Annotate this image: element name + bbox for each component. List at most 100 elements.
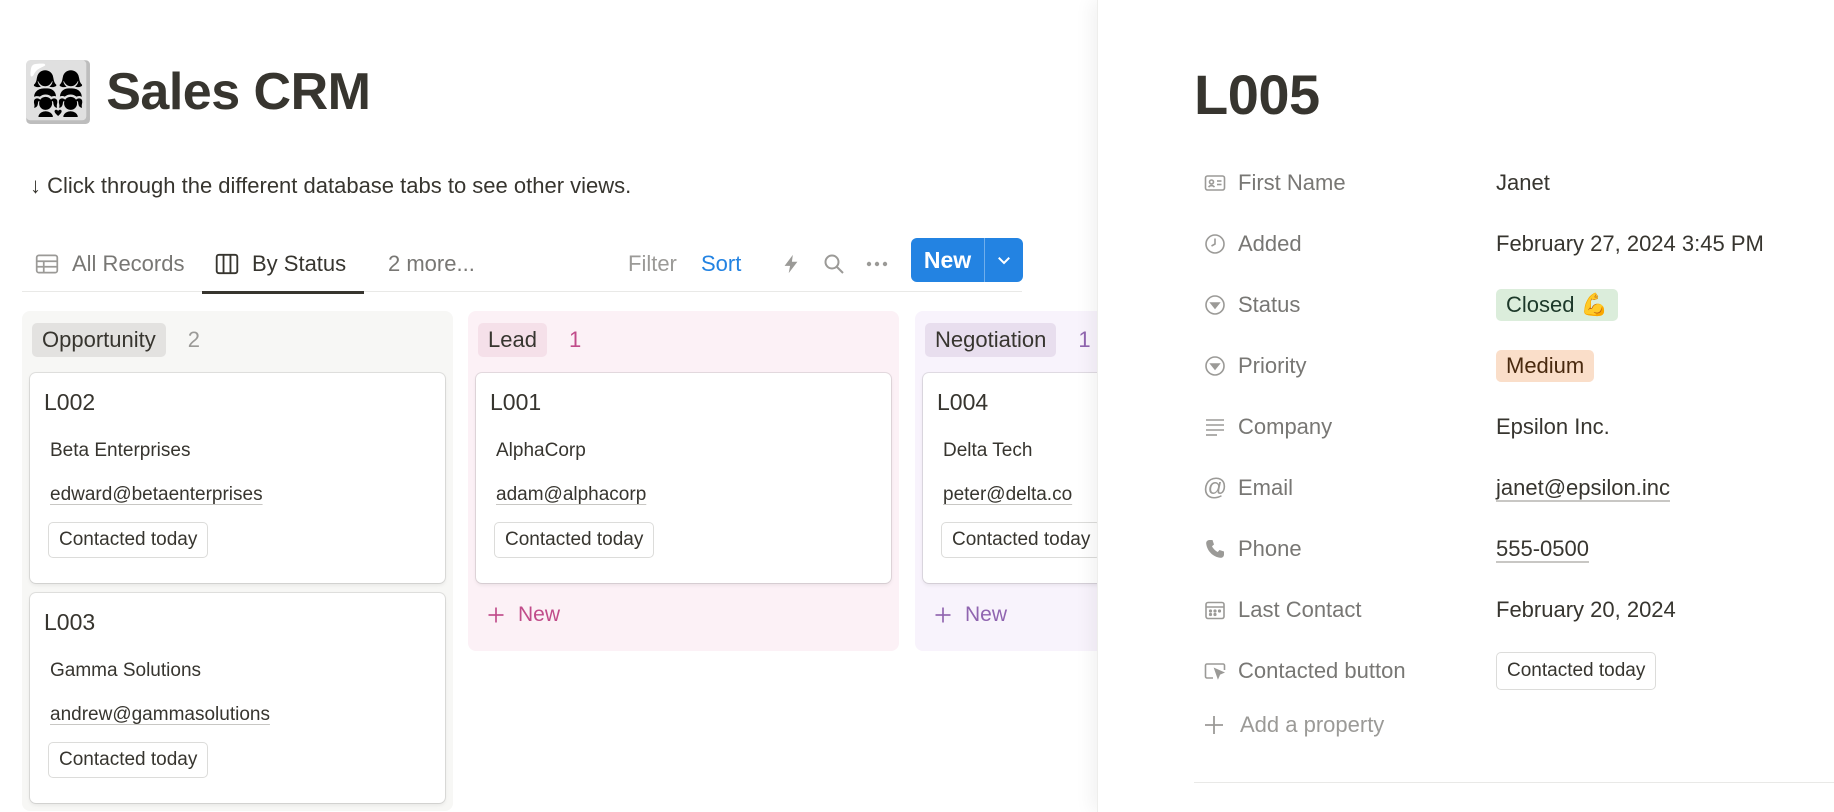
phone-icon <box>1202 536 1228 562</box>
page-emoji-icon[interactable]: 👩‍👩‍👧‍👧 <box>22 63 94 121</box>
contacted-today-button[interactable]: Contacted today <box>941 522 1100 558</box>
property-value[interactable]: February 20, 2024 <box>1496 597 1676 623</box>
filter-button[interactable]: Filter <box>628 236 677 292</box>
calendar-icon <box>1202 597 1228 623</box>
property-name[interactable]: Email <box>1238 475 1496 501</box>
add-property-button[interactable]: Add a property <box>1202 712 1384 738</box>
phone-link[interactable]: 555-0500 <box>1496 536 1589 562</box>
contacted-today-button[interactable]: Contacted today <box>1496 652 1657 690</box>
table-icon <box>35 254 59 274</box>
button-cursor-icon <box>1202 658 1228 684</box>
board-card[interactable]: L001 AlphaCorp adam@alphacorp Contacted … <box>476 373 891 583</box>
contact-card-icon <box>1202 170 1228 196</box>
card-company: Delta Tech <box>943 440 1033 461</box>
new-button[interactable]: New <box>911 238 1023 282</box>
plus-icon <box>488 607 504 623</box>
divider <box>1194 782 1834 783</box>
tab-label: By Status <box>252 251 347 276</box>
property-priority: Priority Medium <box>1202 346 1834 386</box>
property-name[interactable]: Added <box>1238 231 1496 257</box>
more-options-button[interactable] <box>864 236 890 292</box>
contacted-today-button[interactable]: Contacted today <box>494 522 655 558</box>
clock-icon <box>1202 231 1228 257</box>
new-dropdown-button[interactable] <box>985 251 1023 269</box>
column-label: Negotiation <box>925 323 1057 357</box>
column-header[interactable]: Opportunity 2 <box>30 321 445 359</box>
card-email[interactable]: adam@alphacorp <box>496 484 879 506</box>
card-company: Beta Enterprises <box>50 440 191 461</box>
board-card[interactable]: L004 Delta Tech peter@delta.co Contacted… <box>923 373 1100 583</box>
property-name[interactable]: First Name <box>1238 170 1496 196</box>
page-subtitle: ↓ Click through the different database t… <box>30 173 632 198</box>
chevron-down-icon <box>998 257 1010 265</box>
tab-by-status[interactable]: By Status <box>202 236 364 294</box>
status-icon <box>1202 292 1228 318</box>
tab-more-views[interactable]: 2 more... <box>376 236 487 292</box>
contacted-today-button[interactable]: Contacted today <box>48 742 209 778</box>
plus-icon <box>1205 716 1223 734</box>
property-name[interactable]: Priority <box>1238 353 1496 379</box>
property-email: @ Email janet@epsilon.inc <box>1202 468 1834 508</box>
sort-button[interactable]: Sort <box>701 236 741 292</box>
search-icon <box>824 254 844 274</box>
board-column-opportunity: Opportunity 2 L002 Beta Enterprises edwa… <box>22 311 453 811</box>
column-count: 1 <box>568 327 582 352</box>
property-value[interactable]: Janet <box>1496 170 1550 196</box>
email-link[interactable]: janet@epsilon.inc <box>1496 475 1670 501</box>
column-new-button[interactable]: New <box>923 583 1100 647</box>
add-property-label: Add a property <box>1240 712 1385 737</box>
card-title: L004 <box>937 389 989 415</box>
card-email[interactable]: peter@delta.co <box>943 484 1100 506</box>
page-header: 👩‍👩‍👧‍👧 Sales CRM <box>22 62 371 122</box>
board-card[interactable]: L003 Gamma Solutions andrew@gammasolutio… <box>30 593 445 803</box>
select-icon <box>1202 353 1228 379</box>
property-added: Added February 27, 2024 3:45 PM <box>1202 224 1834 264</box>
tab-label: All Records <box>72 251 185 276</box>
view-bar: All Records By Status 2 more... Filter S… <box>22 236 1023 294</box>
property-last-contact: Last Contact February 20, 2024 <box>1202 590 1834 630</box>
contacted-today-button[interactable]: Contacted today <box>48 522 209 558</box>
board-column-negotiation: Negotiation 1 L004 Delta Tech peter@delt… <box>915 311 1100 651</box>
automation-button[interactable] <box>780 236 802 292</box>
card-company: AlphaCorp <box>496 440 586 461</box>
property-first-name: First Name Janet <box>1202 163 1834 203</box>
lightning-icon <box>784 254 798 274</box>
card-title: L003 <box>44 609 96 635</box>
property-name[interactable]: Contacted button <box>1238 658 1496 684</box>
column-count: 2 <box>187 327 200 352</box>
tab-all-records[interactable]: All Records <box>22 236 196 292</box>
column-label: Lead <box>478 323 547 357</box>
record-title[interactable]: L005 <box>1194 62 1320 127</box>
column-new-button[interactable]: New <box>476 583 891 647</box>
property-status: Status Closed 💪 <box>1202 285 1834 325</box>
board-card[interactable]: L002 Beta Enterprises edward@betaenterpr… <box>30 373 445 583</box>
card-company: Gamma Solutions <box>50 660 202 681</box>
property-value[interactable]: Epsilon Inc. <box>1496 414 1610 440</box>
column-count: 1 <box>1078 327 1091 352</box>
property-name[interactable]: Company <box>1238 414 1496 440</box>
new-button-label[interactable]: New <box>911 238 985 282</box>
column-new-label: New <box>518 603 561 626</box>
property-name[interactable]: Last Contact <box>1238 597 1496 623</box>
column-label: Opportunity <box>32 323 166 357</box>
column-header[interactable]: Negotiation 1 <box>923 321 1100 359</box>
card-title: L002 <box>44 389 96 415</box>
status-pill[interactable]: Closed 💪 <box>1496 289 1618 321</box>
search-button[interactable] <box>822 236 846 292</box>
property-name[interactable]: Phone <box>1238 536 1496 562</box>
property-contacted-button: Contacted button Contacted today <box>1202 651 1834 691</box>
priority-pill[interactable]: Medium <box>1496 350 1595 382</box>
property-company: Company Epsilon Inc. <box>1202 407 1834 447</box>
text-icon <box>1202 414 1228 440</box>
board-icon <box>215 253 239 275</box>
plus-icon <box>935 607 951 623</box>
property-value: February 27, 2024 3:45 PM <box>1496 231 1764 256</box>
board-column-lead: Lead 1 L001 AlphaCorp adam@alphacorp Con… <box>468 311 899 651</box>
card-email[interactable]: andrew@gammasolutions <box>50 704 433 726</box>
property-name[interactable]: Status <box>1238 292 1496 318</box>
at-icon: @ <box>1202 474 1228 501</box>
tab-label: 2 more... <box>388 251 475 276</box>
page-title[interactable]: Sales CRM <box>106 62 371 122</box>
column-header[interactable]: Lead 1 <box>476 321 891 359</box>
card-email[interactable]: edward@betaenterprises <box>50 484 433 506</box>
